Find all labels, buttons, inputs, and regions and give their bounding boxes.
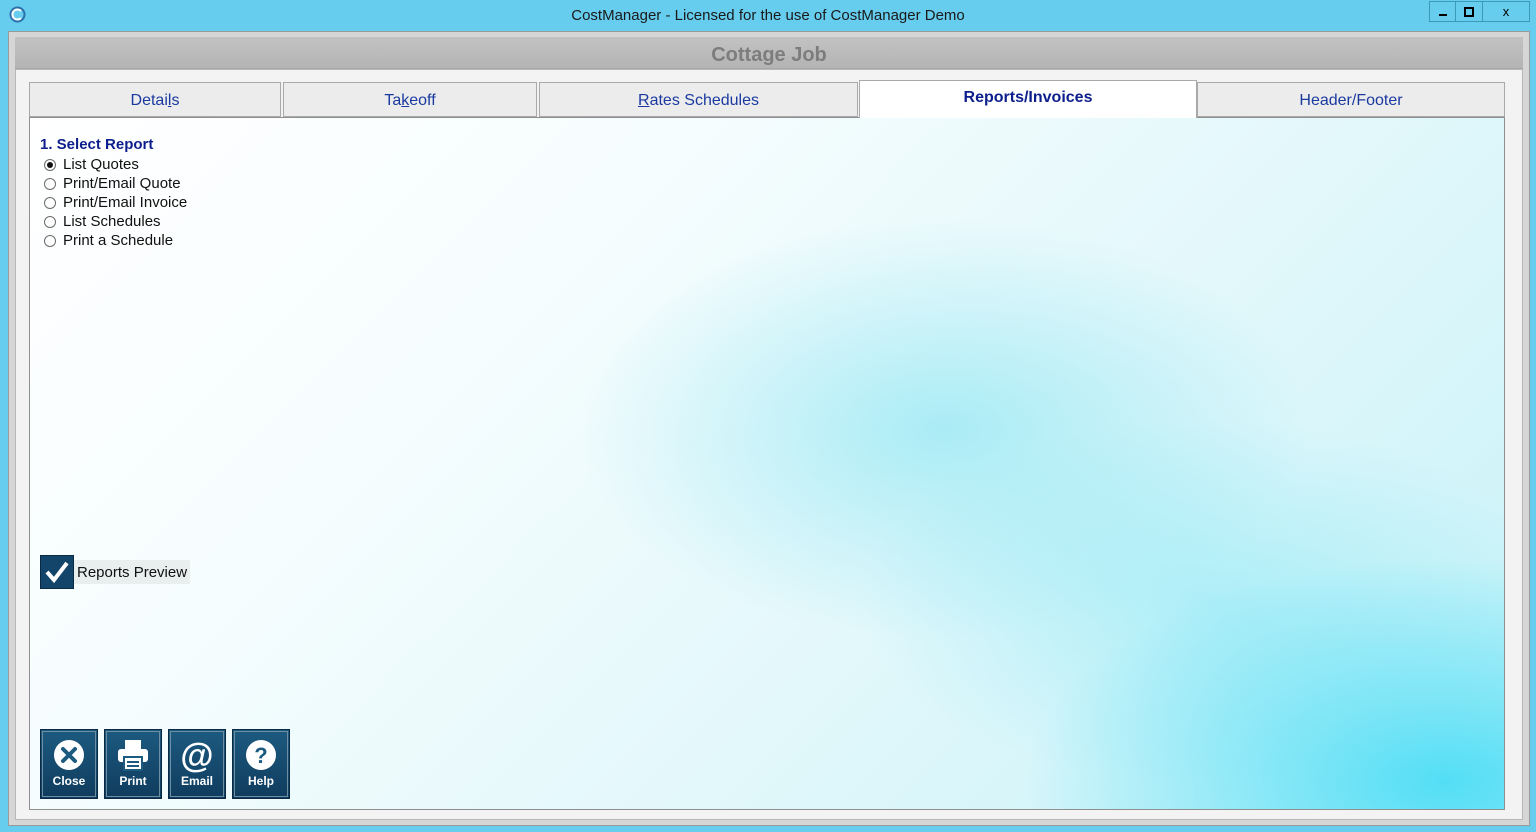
tab-label: eoff [409, 92, 436, 109]
svg-text:@: @ [180, 737, 213, 773]
email-button-label: Email [180, 774, 213, 788]
report-option-print-a-schedule[interactable]: Print a Schedule [44, 231, 173, 250]
report-option-label: List Schedules [63, 213, 161, 230]
maximize-button[interactable] [1456, 1, 1483, 22]
minimize-icon [1438, 13, 1447, 16]
close-button-label: Close [52, 774, 86, 788]
tab-label: Header/Footer [1299, 92, 1403, 109]
radio-button[interactable] [44, 196, 56, 209]
reports-preview-label: Reports Preview [74, 560, 191, 584]
window-controls: x [1429, 1, 1530, 22]
close-button[interactable]: Close [40, 729, 98, 799]
app-window: CostManager - Licensed for the use of Co… [0, 0, 1536, 832]
reports-preview-checkbox[interactable] [40, 555, 74, 589]
report-option-list-schedules[interactable]: List Schedules [44, 212, 161, 231]
radio-button[interactable] [44, 177, 56, 190]
report-option-list-quotes[interactable]: List Quotes [44, 155, 139, 174]
title-bar: CostManager - Licensed for the use of Co… [0, 0, 1536, 31]
report-option-label: List Quotes [63, 156, 139, 173]
tab-label: Reports/Invoices [963, 89, 1093, 106]
reports-preview-toggle[interactable]: Reports Preview [40, 555, 191, 589]
tab-reports-invoices[interactable]: Reports/Invoices [859, 80, 1197, 118]
at-sign-icon: @ [180, 737, 213, 773]
radio-button[interactable] [44, 158, 56, 171]
print-button-label: Print [119, 774, 147, 788]
tab-rates-schedules[interactable]: Rates Schedules [539, 82, 858, 117]
select-report-label: 1. Select Report [40, 136, 154, 153]
tab-panel: Details Takeoff Rates Schedules Reports/… [15, 69, 1523, 820]
close-circle-icon [54, 740, 84, 770]
tab-label: Detai [130, 92, 168, 109]
tab-label: s [171, 92, 180, 109]
tab-takeoff[interactable]: Takeoff [283, 82, 537, 117]
report-option-label: Print/Email Quote [63, 175, 181, 192]
radio-button[interactable] [44, 215, 56, 228]
report-option-print-email-invoice[interactable]: Print/Email Invoice [44, 193, 187, 212]
tab-label: ates Schedules [649, 92, 759, 109]
action-toolbar: Close Print @ Email ? Help [40, 729, 296, 799]
close-window-button[interactable]: x [1483, 1, 1530, 22]
report-option-label: Print/Email Invoice [63, 194, 188, 211]
window-title: CostManager - Licensed for the use of Co… [571, 7, 965, 24]
question-mark-icon: ? [246, 740, 276, 770]
reports-content: 1. Select Report List Quotes Print/Email… [29, 117, 1505, 810]
tab-details[interactable]: Details [29, 82, 281, 117]
help-button[interactable]: ? Help [232, 729, 290, 799]
report-option-label: Print a Schedule [63, 232, 174, 249]
print-button[interactable]: Print [104, 729, 162, 799]
client-area: Cottage Job Details Takeoff Rates Schedu… [8, 31, 1530, 826]
radio-button[interactable] [44, 234, 56, 247]
tab-label: Ta [384, 92, 402, 109]
email-button[interactable]: @ Email [168, 729, 226, 799]
tab-header-footer[interactable]: Header/Footer [1197, 82, 1505, 117]
job-title: Cottage Job [711, 44, 827, 66]
job-header: Cottage Job [15, 37, 1523, 69]
svg-text:?: ? [254, 743, 267, 768]
tab-accelerator: R [638, 92, 650, 109]
printer-icon [118, 740, 148, 771]
maximize-icon [1464, 6, 1474, 17]
minimize-button[interactable] [1429, 1, 1456, 22]
checkmark-icon [45, 561, 69, 584]
report-option-print-email-quote[interactable]: Print/Email Quote [44, 174, 181, 193]
help-button-label: Help [247, 774, 274, 788]
close-icon: x [1502, 4, 1510, 19]
